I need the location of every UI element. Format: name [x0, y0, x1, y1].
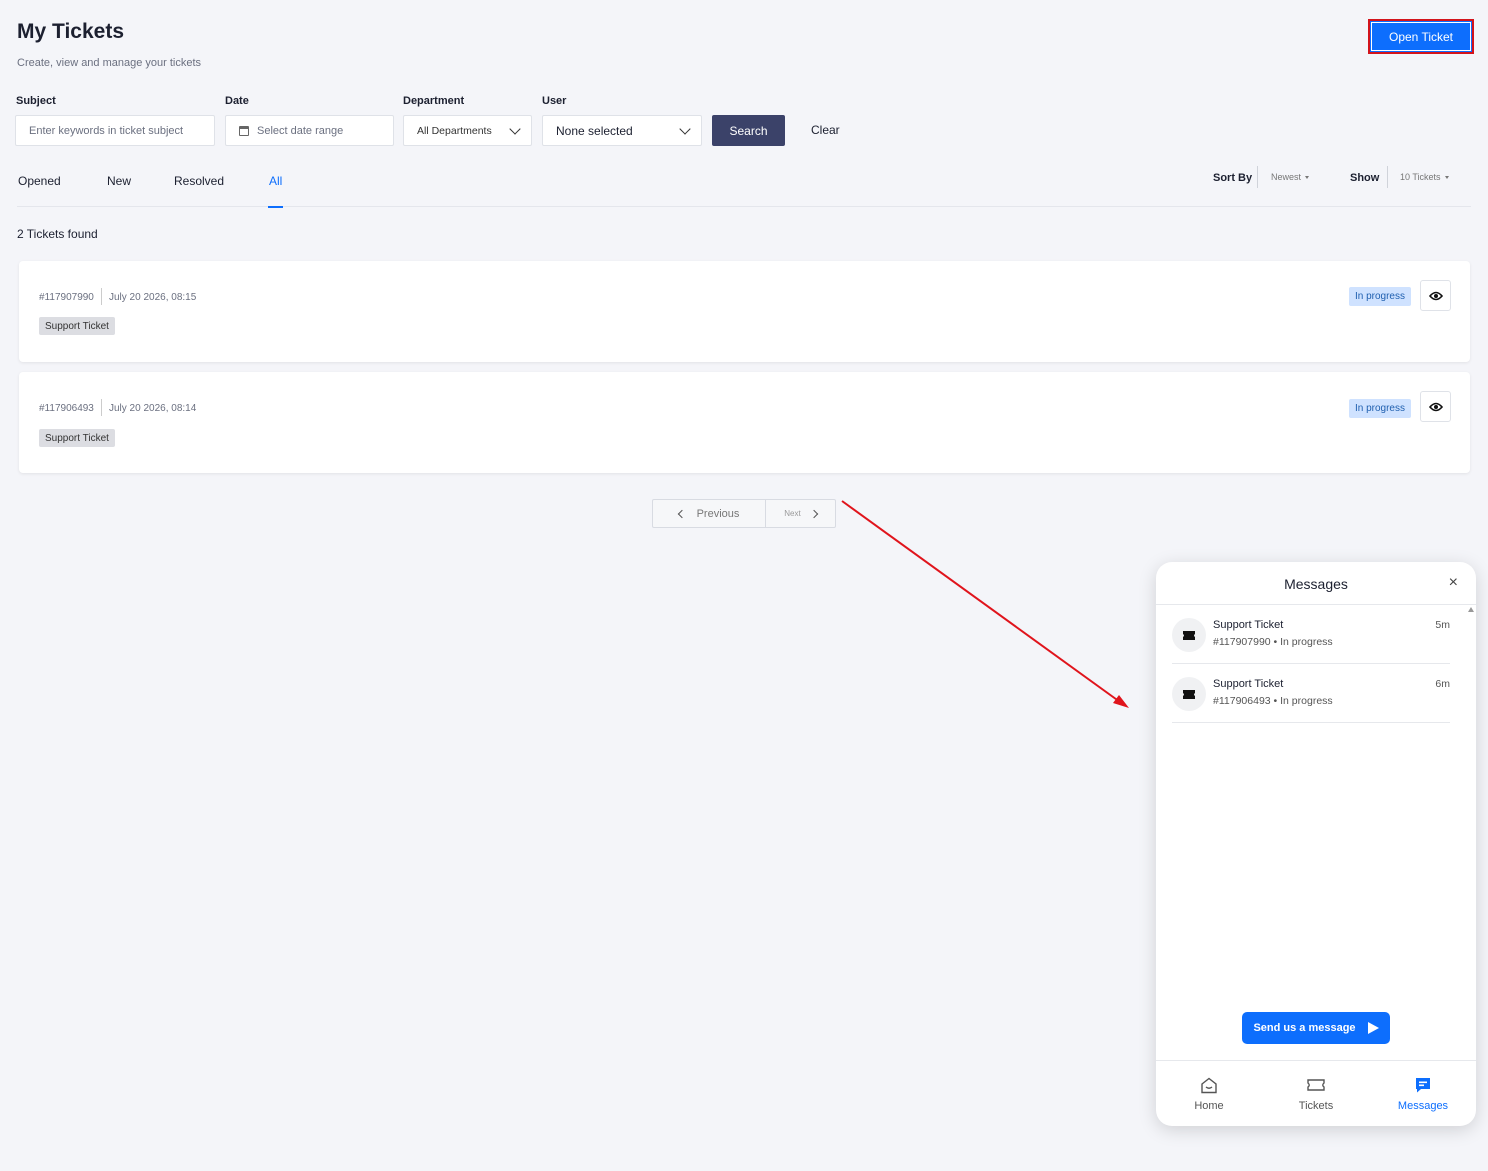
nav-home[interactable]: Home	[1169, 1074, 1249, 1112]
nav-home-label: Home	[1194, 1100, 1224, 1112]
messages-widget: Messages × Support Ticket #117907990 • I…	[1156, 562, 1476, 1126]
ticket-date: July 20 2026, 08:14	[109, 403, 197, 414]
status-badge: In progress	[1348, 399, 1411, 418]
divider	[1387, 166, 1388, 188]
caret-down-icon	[1444, 176, 1449, 180]
nav-messages[interactable]: Messages	[1383, 1074, 1463, 1112]
tab-resolved[interactable]: Resolved	[174, 174, 224, 188]
eye-icon	[1428, 291, 1443, 300]
scroll-up-icon[interactable]	[1468, 607, 1474, 612]
chevron-left-icon	[677, 509, 686, 518]
subject-label: Subject	[16, 95, 56, 107]
sort-by-select[interactable]: Newest	[1271, 172, 1310, 182]
ticket-date: July 20 2026, 08:15	[109, 292, 197, 303]
status-badge: In progress	[1348, 287, 1411, 306]
nav-messages-label: Messages	[1397, 1100, 1449, 1112]
pagination: Previous Next	[652, 499, 836, 528]
view-ticket-button[interactable]	[1420, 391, 1451, 422]
home-icon	[1201, 1077, 1217, 1093]
ticket-id: #117906493	[39, 403, 94, 414]
next-page-button[interactable]: Next	[766, 500, 835, 527]
date-range-input[interactable]: Select date range	[225, 115, 394, 146]
chevron-down-icon	[509, 123, 521, 135]
date-placeholder: Select date range	[257, 124, 344, 137]
nav-tickets-label: Tickets	[1298, 1100, 1334, 1112]
user-select[interactable]: None selected	[542, 115, 702, 146]
sort-by-value: Newest	[1271, 172, 1302, 182]
show-select[interactable]: 10 Tickets	[1400, 172, 1449, 182]
message-time: 6m	[1435, 678, 1450, 690]
nav-tickets[interactable]: Tickets	[1276, 1074, 1356, 1112]
caret-down-icon	[1305, 176, 1310, 180]
divider	[1257, 166, 1258, 188]
message-title: Support Ticket	[1213, 678, 1284, 690]
divider	[101, 399, 102, 416]
tabs-divider	[17, 206, 1471, 207]
message-subtitle: #117906493 • In progress	[1213, 695, 1333, 707]
department-select[interactable]: All Departments	[403, 115, 532, 146]
ticket-type-tag: Support Ticket	[39, 317, 115, 335]
chevron-down-icon	[679, 123, 691, 135]
previous-label: Previous	[696, 507, 740, 520]
ticket-icon	[1307, 1079, 1325, 1091]
user-label: User	[542, 95, 567, 107]
results-count: 2 Tickets found	[17, 227, 98, 241]
open-ticket-button[interactable]: Open Ticket	[1368, 19, 1474, 54]
ticket-type-tag: Support Ticket	[39, 429, 115, 447]
department-label: Department	[403, 95, 465, 107]
widget-title: Messages	[1284, 576, 1348, 592]
department-value: All Departments	[417, 124, 492, 137]
ticket-card[interactable]: #117906493 July 20 2026, 08:14 Support T…	[19, 372, 1470, 473]
calendar-icon	[239, 125, 249, 136]
tab-opened[interactable]: Opened	[18, 174, 61, 188]
message-title: Support Ticket	[1213, 619, 1284, 631]
tab-all[interactable]: All	[269, 174, 282, 188]
active-tab-indicator	[268, 206, 283, 208]
divider	[101, 288, 102, 305]
show-value: 10 Tickets	[1400, 172, 1441, 182]
user-value: None selected	[556, 123, 633, 138]
subject-input[interactable]: Enter keywords in ticket subject	[15, 115, 215, 146]
message-subtitle: #117907990 • In progress	[1213, 636, 1333, 648]
ticket-id: #117907990	[39, 292, 94, 303]
messages-icon	[1416, 1078, 1430, 1093]
send-message-label: Send us a message	[1253, 1022, 1356, 1034]
clear-button[interactable]: Clear	[811, 123, 840, 137]
date-label: Date	[225, 95, 249, 107]
search-button[interactable]: Search	[712, 115, 785, 146]
ticket-card[interactable]: #117907990 July 20 2026, 08:15 Support T…	[19, 261, 1470, 362]
close-icon[interactable]: ×	[1449, 574, 1458, 592]
ticket-avatar-icon	[1172, 677, 1206, 711]
message-time: 5m	[1435, 619, 1450, 631]
subject-placeholder: Enter keywords in ticket subject	[29, 124, 184, 137]
page-title: My Tickets	[17, 20, 124, 43]
message-item[interactable]: Support Ticket #117906493 • In progress …	[1172, 664, 1450, 723]
previous-page-button[interactable]: Previous	[653, 500, 766, 527]
send-message-button[interactable]: Send us a message	[1242, 1012, 1390, 1044]
eye-icon	[1428, 402, 1443, 411]
next-label: Next	[784, 509, 801, 518]
send-icon	[1367, 1022, 1379, 1034]
ticket-avatar-icon	[1172, 618, 1206, 652]
view-ticket-button[interactable]	[1420, 280, 1451, 311]
show-label: Show	[1350, 172, 1380, 184]
tab-new[interactable]: New	[107, 174, 131, 188]
chevron-right-icon	[809, 509, 818, 518]
message-item[interactable]: Support Ticket #117907990 • In progress …	[1172, 605, 1450, 664]
page-subtitle: Create, view and manage your tickets	[17, 57, 202, 69]
divider	[1156, 1060, 1476, 1061]
sort-by-label: Sort By	[1213, 172, 1253, 184]
